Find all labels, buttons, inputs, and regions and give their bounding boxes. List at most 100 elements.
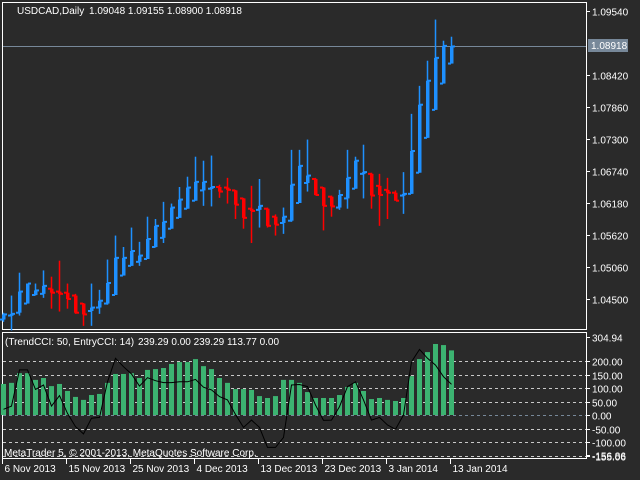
trendcci-bar [121,373,126,415]
bar-body [82,303,86,315]
bar-body [274,216,278,225]
bar-close-tick [300,164,303,167]
bar-open-tick [320,186,323,189]
bar-close-tick [244,216,247,219]
bar-close-tick [164,220,167,223]
trendcci-bar [273,396,278,415]
bar-close-tick [60,292,63,295]
bar-open-tick [424,136,427,139]
bar-open-tick [368,172,371,175]
bar-body [202,181,206,191]
trendcci-bar [441,345,446,415]
bar-close-tick [268,224,271,227]
trendcci-bar [433,343,438,415]
trendcci-bar [249,389,254,415]
bar-close-tick [220,190,223,193]
bar-body [426,80,430,138]
bar-open-tick [248,207,251,210]
bar-open-tick [56,290,59,293]
bar-open-tick [312,177,315,180]
indicator-tick-label: 0.00 [592,412,612,423]
bar-open-tick [80,302,83,305]
bar-body [122,257,126,276]
copyright-text: MetaTrader 5, © 2001-2013, MetaQuotes So… [4,448,257,459]
bar-close-tick [308,174,311,177]
bar-close-tick [436,56,439,59]
bar-open-tick [120,274,123,277]
trendcci-bar [129,373,134,415]
bar-close-tick [188,186,191,189]
trendcci-bar [25,373,30,415]
bar-close-tick [148,237,151,240]
bar-close-tick [276,223,279,226]
trendcci-bar [241,389,246,415]
bar-body [242,198,246,218]
trendcci-bar [337,395,342,415]
bar-open-tick [40,292,43,295]
bar-body [178,199,182,218]
bar-open-tick [24,302,27,305]
price-tick-label: 1.07860 [592,104,629,115]
bar-close-tick [428,79,431,82]
bar-body [74,295,78,313]
trendcci-bar [329,397,334,415]
bar-open-tick [72,294,75,297]
bar-open-tick [296,201,299,204]
bar-close-tick [396,199,399,202]
trendcci-bar [393,400,398,415]
bar-close-tick [404,192,407,195]
bar-close-tick [236,203,239,206]
bar-open-tick [176,216,179,219]
price-tick-label: 1.05620 [592,232,629,243]
chart-window[interactable]: 1.09540 1.08420 1.07860 1.07300 1.06740 1.061… [0,0,640,480]
bar-open-tick [224,186,227,189]
bar-close-tick [180,198,183,201]
trendcci-bar [177,362,182,415]
bar-open-tick [432,108,435,111]
trendcci-bar [425,352,430,415]
bar-open-tick [408,192,411,195]
bar-open-tick [336,206,339,209]
bar-close-tick [172,206,175,209]
bar-body [42,285,46,294]
bar-open-tick [104,302,107,305]
bar-body [394,192,398,201]
indicator-tick-label: 150.00 [592,372,623,383]
bar-close-tick [452,45,455,48]
bar-open-tick [160,236,163,239]
indicator-tick-label: -156.86 [592,452,626,463]
bar-close-tick [364,171,367,174]
trendcci-bar [73,396,78,415]
trendcci-bar [153,369,158,415]
bar-body [186,187,190,209]
symbol-title: USDCAD,Daily [17,6,84,17]
bar-close-tick [380,193,383,196]
bar-open-tick [8,314,11,317]
bar-close-tick [20,290,23,293]
bar-body [378,185,382,195]
bar-body [26,283,30,304]
bar-open-tick [384,188,387,191]
trendcci-bar [257,396,262,415]
bar-open-tick [32,293,35,296]
trendcci-bar [145,369,150,415]
bar-body [266,208,270,226]
bar-body [154,225,158,247]
time-tick-label: 25 Nov 2013 [133,464,190,475]
trendcci-bar [305,392,310,415]
trendcci-bar [385,399,390,415]
bar-body [98,300,102,308]
bar-close-tick [92,306,95,309]
bar-open-tick [96,306,99,309]
bar-open-tick [264,207,267,210]
time-tick-label: 23 Dec 2013 [325,464,382,475]
bar-close-tick [100,299,103,302]
bar-open-tick [448,62,451,65]
bar-close-tick [132,249,135,252]
bar-close-tick [204,180,207,183]
bar-open-tick [352,187,355,190]
time-tick-label: 13 Jan 2014 [453,464,508,475]
bar-close-tick [196,180,199,183]
bar-open-tick [328,195,331,198]
bar-open-tick [216,185,219,188]
